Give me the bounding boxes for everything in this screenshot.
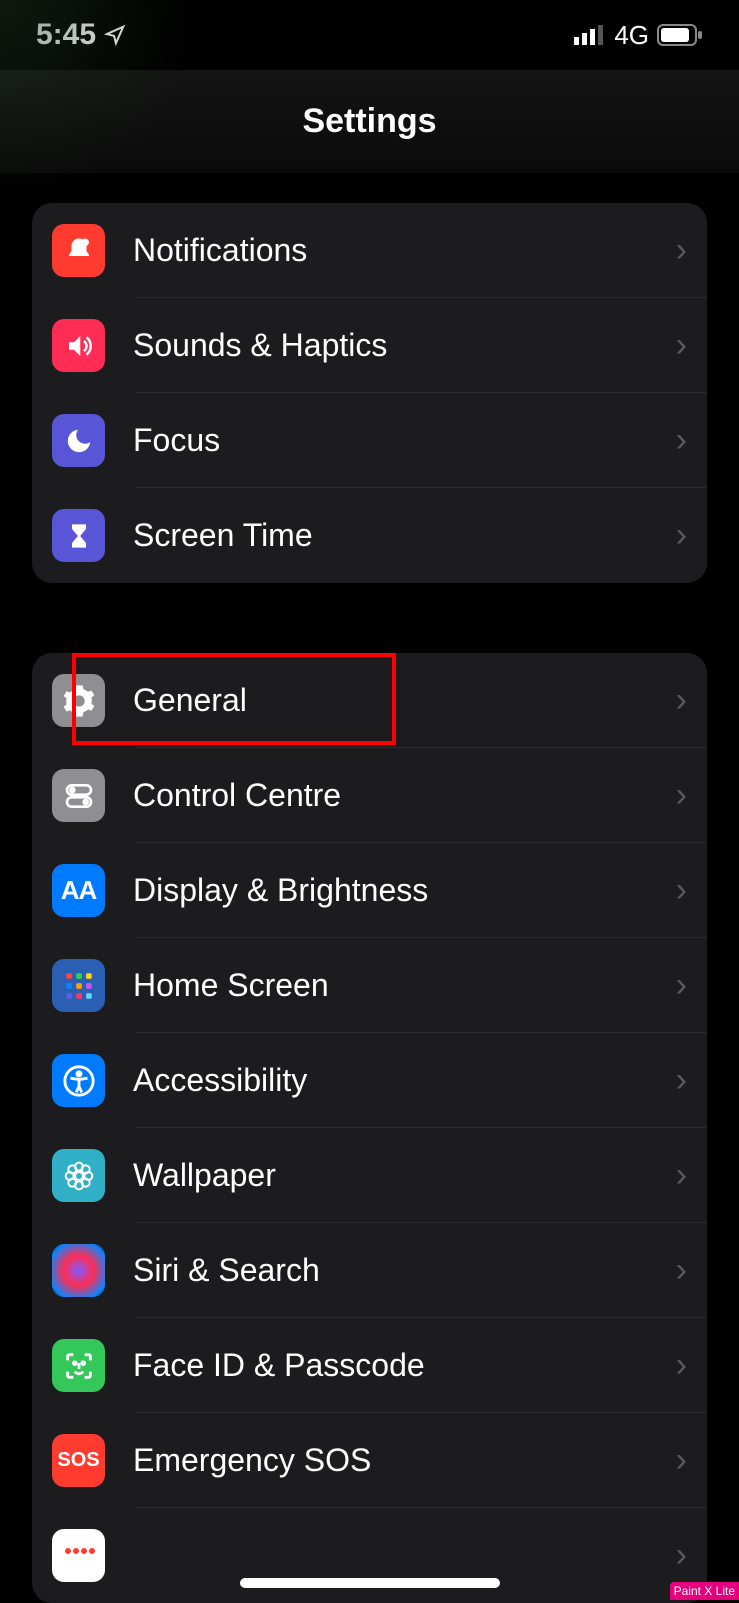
row-notifications[interactable]: Notifications ›	[32, 203, 707, 298]
network-label: 4G	[614, 20, 649, 51]
chevron-right-icon: ›	[676, 1061, 687, 1100]
chevron-right-icon: ›	[676, 1251, 687, 1290]
row-homescreen[interactable]: Home Screen ›	[32, 938, 707, 1033]
chevron-right-icon: ›	[676, 1536, 687, 1575]
row-label: General	[133, 682, 676, 719]
chevron-right-icon: ›	[676, 326, 687, 365]
gear-icon	[52, 674, 105, 727]
bell-icon	[52, 224, 105, 277]
chevron-right-icon: ›	[676, 966, 687, 1005]
clock: 5:45	[36, 18, 96, 52]
cellular-icon	[574, 25, 606, 45]
moon-icon	[52, 414, 105, 467]
row-label: Notifications	[133, 232, 676, 269]
row-display[interactable]: AA Display & Brightness ›	[32, 843, 707, 938]
exposure-icon	[52, 1529, 105, 1582]
row-label: Screen Time	[133, 517, 676, 554]
battery-icon	[657, 24, 703, 46]
row-exposure[interactable]: ›	[32, 1508, 707, 1603]
chevron-right-icon: ›	[676, 1156, 687, 1195]
watermark: Paint X Lite	[670, 1582, 739, 1600]
row-general[interactable]: General ›	[32, 653, 707, 748]
row-controlcentre[interactable]: Control Centre ›	[32, 748, 707, 843]
status-right: 4G	[574, 20, 703, 51]
chevron-right-icon: ›	[676, 681, 687, 720]
row-focus[interactable]: Focus ›	[32, 393, 707, 488]
row-label: Home Screen	[133, 967, 676, 1004]
aa-icon: AA	[52, 864, 105, 917]
row-sos[interactable]: SOS Emergency SOS ›	[32, 1413, 707, 1508]
speaker-icon	[52, 319, 105, 372]
chevron-right-icon: ›	[676, 231, 687, 270]
row-siri[interactable]: Siri & Search ›	[32, 1223, 707, 1318]
chevron-right-icon: ›	[676, 516, 687, 555]
page-title: Settings	[0, 70, 739, 173]
row-accessibility[interactable]: Accessibility ›	[32, 1033, 707, 1128]
row-label: Wallpaper	[133, 1157, 676, 1194]
hourglass-icon	[52, 509, 105, 562]
face-icon	[52, 1339, 105, 1392]
siri-icon	[52, 1244, 105, 1297]
row-label: Display & Brightness	[133, 872, 676, 909]
location-icon	[104, 24, 126, 46]
row-label: Accessibility	[133, 1062, 676, 1099]
row-label: Face ID & Passcode	[133, 1347, 676, 1384]
settings-group-1: Notifications › Sounds & Haptics › Focus…	[32, 203, 707, 583]
toggles-icon	[52, 769, 105, 822]
row-screentime[interactable]: Screen Time ›	[32, 488, 707, 583]
home-indicator[interactable]	[240, 1578, 500, 1588]
chevron-right-icon: ›	[676, 776, 687, 815]
row-faceid[interactable]: Face ID & Passcode ›	[32, 1318, 707, 1413]
status-left: 5:45	[36, 18, 126, 52]
row-label: Emergency SOS	[133, 1442, 676, 1479]
row-label: Siri & Search	[133, 1252, 676, 1289]
row-label: Control Centre	[133, 777, 676, 814]
chevron-right-icon: ›	[676, 421, 687, 460]
chevron-right-icon: ›	[676, 1441, 687, 1480]
flower-icon	[52, 1149, 105, 1202]
row-label: Sounds & Haptics	[133, 327, 676, 364]
sos-icon: SOS	[52, 1434, 105, 1487]
row-wallpaper[interactable]: Wallpaper ›	[32, 1128, 707, 1223]
row-label: Focus	[133, 422, 676, 459]
status-bar: 5:45 4G	[0, 0, 739, 70]
settings-group-2: General › Control Centre › AA Display & …	[32, 653, 707, 1603]
accessibility-icon	[52, 1054, 105, 1107]
apps-icon	[52, 959, 105, 1012]
chevron-right-icon: ›	[676, 1346, 687, 1385]
row-sounds[interactable]: Sounds & Haptics ›	[32, 298, 707, 393]
chevron-right-icon: ›	[676, 871, 687, 910]
